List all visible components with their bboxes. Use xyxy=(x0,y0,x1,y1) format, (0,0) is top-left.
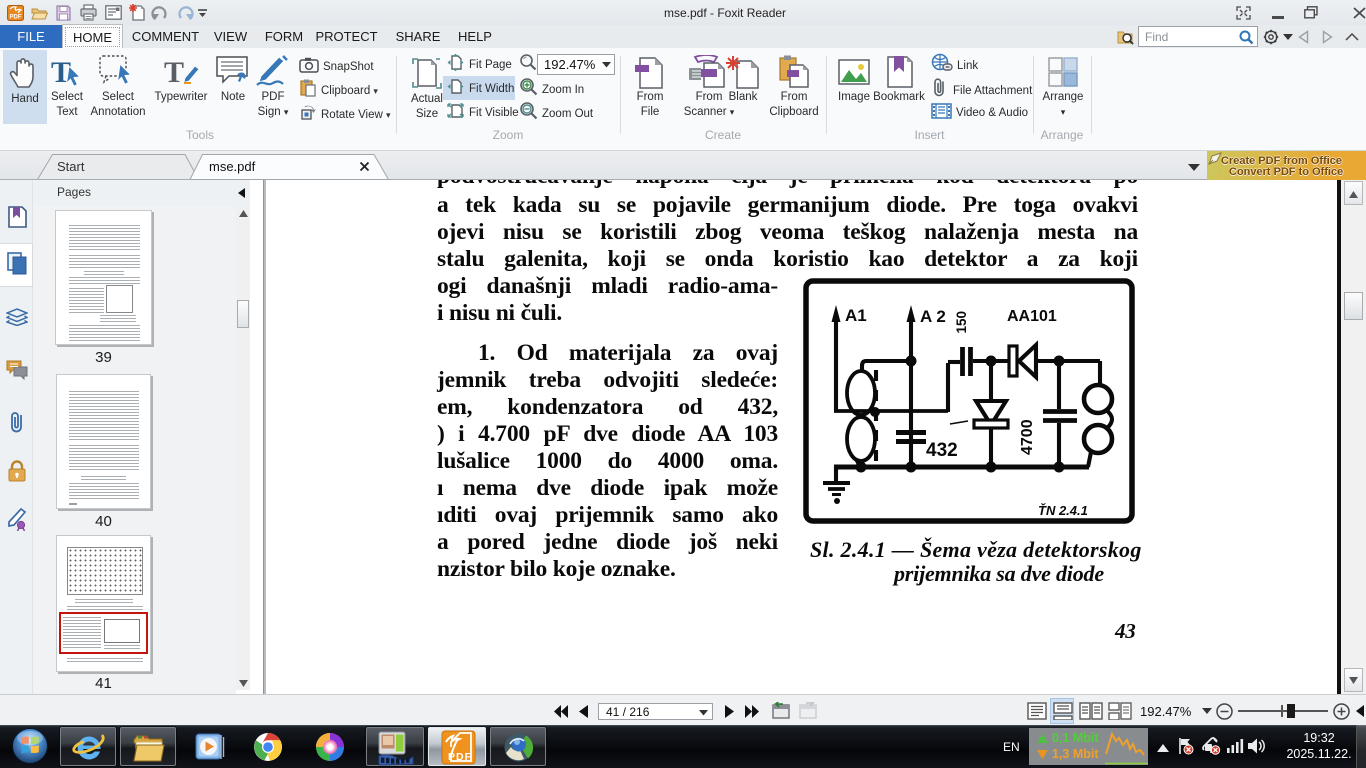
svg-text:ŤN 2.4.1: ŤN 2.4.1 xyxy=(1038,503,1088,518)
svg-text:4700: 4700 xyxy=(1019,419,1036,455)
svg-text:A1: A1 xyxy=(845,306,867,325)
svg-text:150: 150 xyxy=(954,311,969,334)
svg-text:PDF: PDF xyxy=(448,751,472,763)
svg-text:432: 432 xyxy=(926,440,958,461)
svg-text:T: T xyxy=(164,56,184,89)
svg-text:A 2: A 2 xyxy=(920,307,946,326)
svg-text:AA101: AA101 xyxy=(1007,308,1057,325)
svg-text:PDF: PDF xyxy=(10,15,22,21)
